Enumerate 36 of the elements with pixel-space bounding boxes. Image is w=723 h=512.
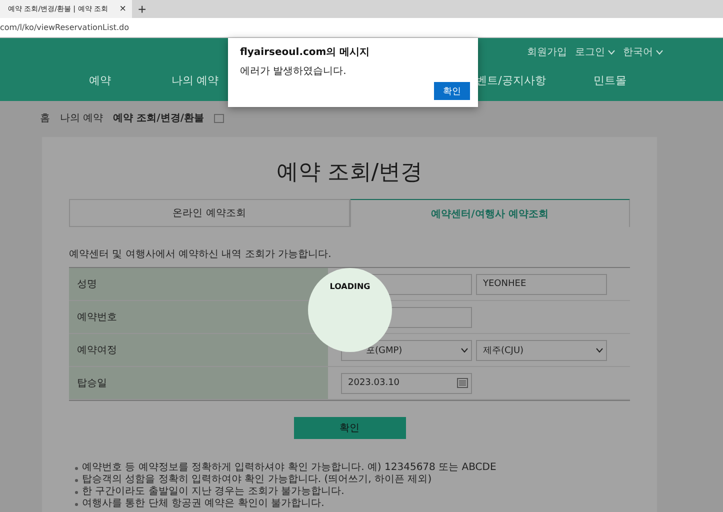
nav-item[interactable]: 벤트/공지사항 [476, 73, 546, 88]
header-link[interactable]: 로그인 [575, 45, 615, 59]
note-text: 한 구간이라도 출발일이 지난 경우는 조회가 불가능합니다. [75, 486, 630, 498]
new-tab-button[interactable]: + [132, 1, 152, 17]
page-title: 예약 조회/변경 [275, 159, 424, 187]
ok-button[interactable]: 확인 [434, 82, 470, 100]
nav-item[interactable]: 예약 [89, 73, 111, 88]
loading-text: LOADING [330, 282, 370, 293]
form-label: 예약여정 [69, 334, 328, 366]
breadcrumb-link[interactable]: 예약 조회/변경/환불 [113, 111, 204, 125]
select-field[interactable]: 제주(CJU) [476, 340, 607, 360]
description-text: 예약센터 및 여행사에서 예약하신 내역 조회가 가능합니다. [69, 248, 332, 261]
dropdown-toggle-icon[interactable] [214, 114, 224, 122]
confirm-button[interactable]: 확인 [294, 417, 406, 439]
header-link[interactable]: 회원가입 [527, 45, 567, 59]
breadcrumb-link[interactable]: 나의 예약 [60, 111, 104, 125]
dialog-title: flyairseoul.com의 메시지 [240, 46, 371, 59]
nav-item[interactable]: 나의 예약 [171, 73, 219, 88]
header-link[interactable]: 한국어 [623, 45, 663, 59]
nav-item[interactable]: 민트몰 [594, 73, 626, 88]
caret-icon [596, 348, 603, 352]
close-button[interactable]: × [120, 3, 126, 15]
calendar-icon[interactable] [457, 378, 468, 388]
caret-icon [461, 348, 468, 352]
note-text: 여행사를 통한 단체 항공권 예약은 확인이 불가합니다. [75, 498, 630, 510]
address-bar[interactable]: com/l/ko/viewReservationList.do [0, 18, 723, 38]
url-text: com/l/ko/viewReservationList.do [0, 23, 130, 32]
form-label: 탑승일 [69, 367, 328, 399]
breadcrumb-link[interactable]: 홈 [40, 111, 50, 125]
text-input-field[interactable]: YEONHEE [476, 274, 607, 294]
date-field[interactable]: 2023.03.10 [341, 372, 472, 394]
tab[interactable]: 온라인 예약조회 [69, 199, 350, 227]
form-label: 성명 [69, 268, 328, 300]
dialog-message: 에러가 발생하였습니다. [240, 65, 348, 78]
note-text: 예약번호 등 예약정보를 정확하게 입력하셔야 확인 가능합니다. 예) 12345678 또는 ABCDE [75, 462, 630, 474]
note-text: 탑승객의 성함을 정확히 입력하여야 확인 가능합니다. (띄어쓰기, 하이픈 제외) [75, 474, 630, 486]
